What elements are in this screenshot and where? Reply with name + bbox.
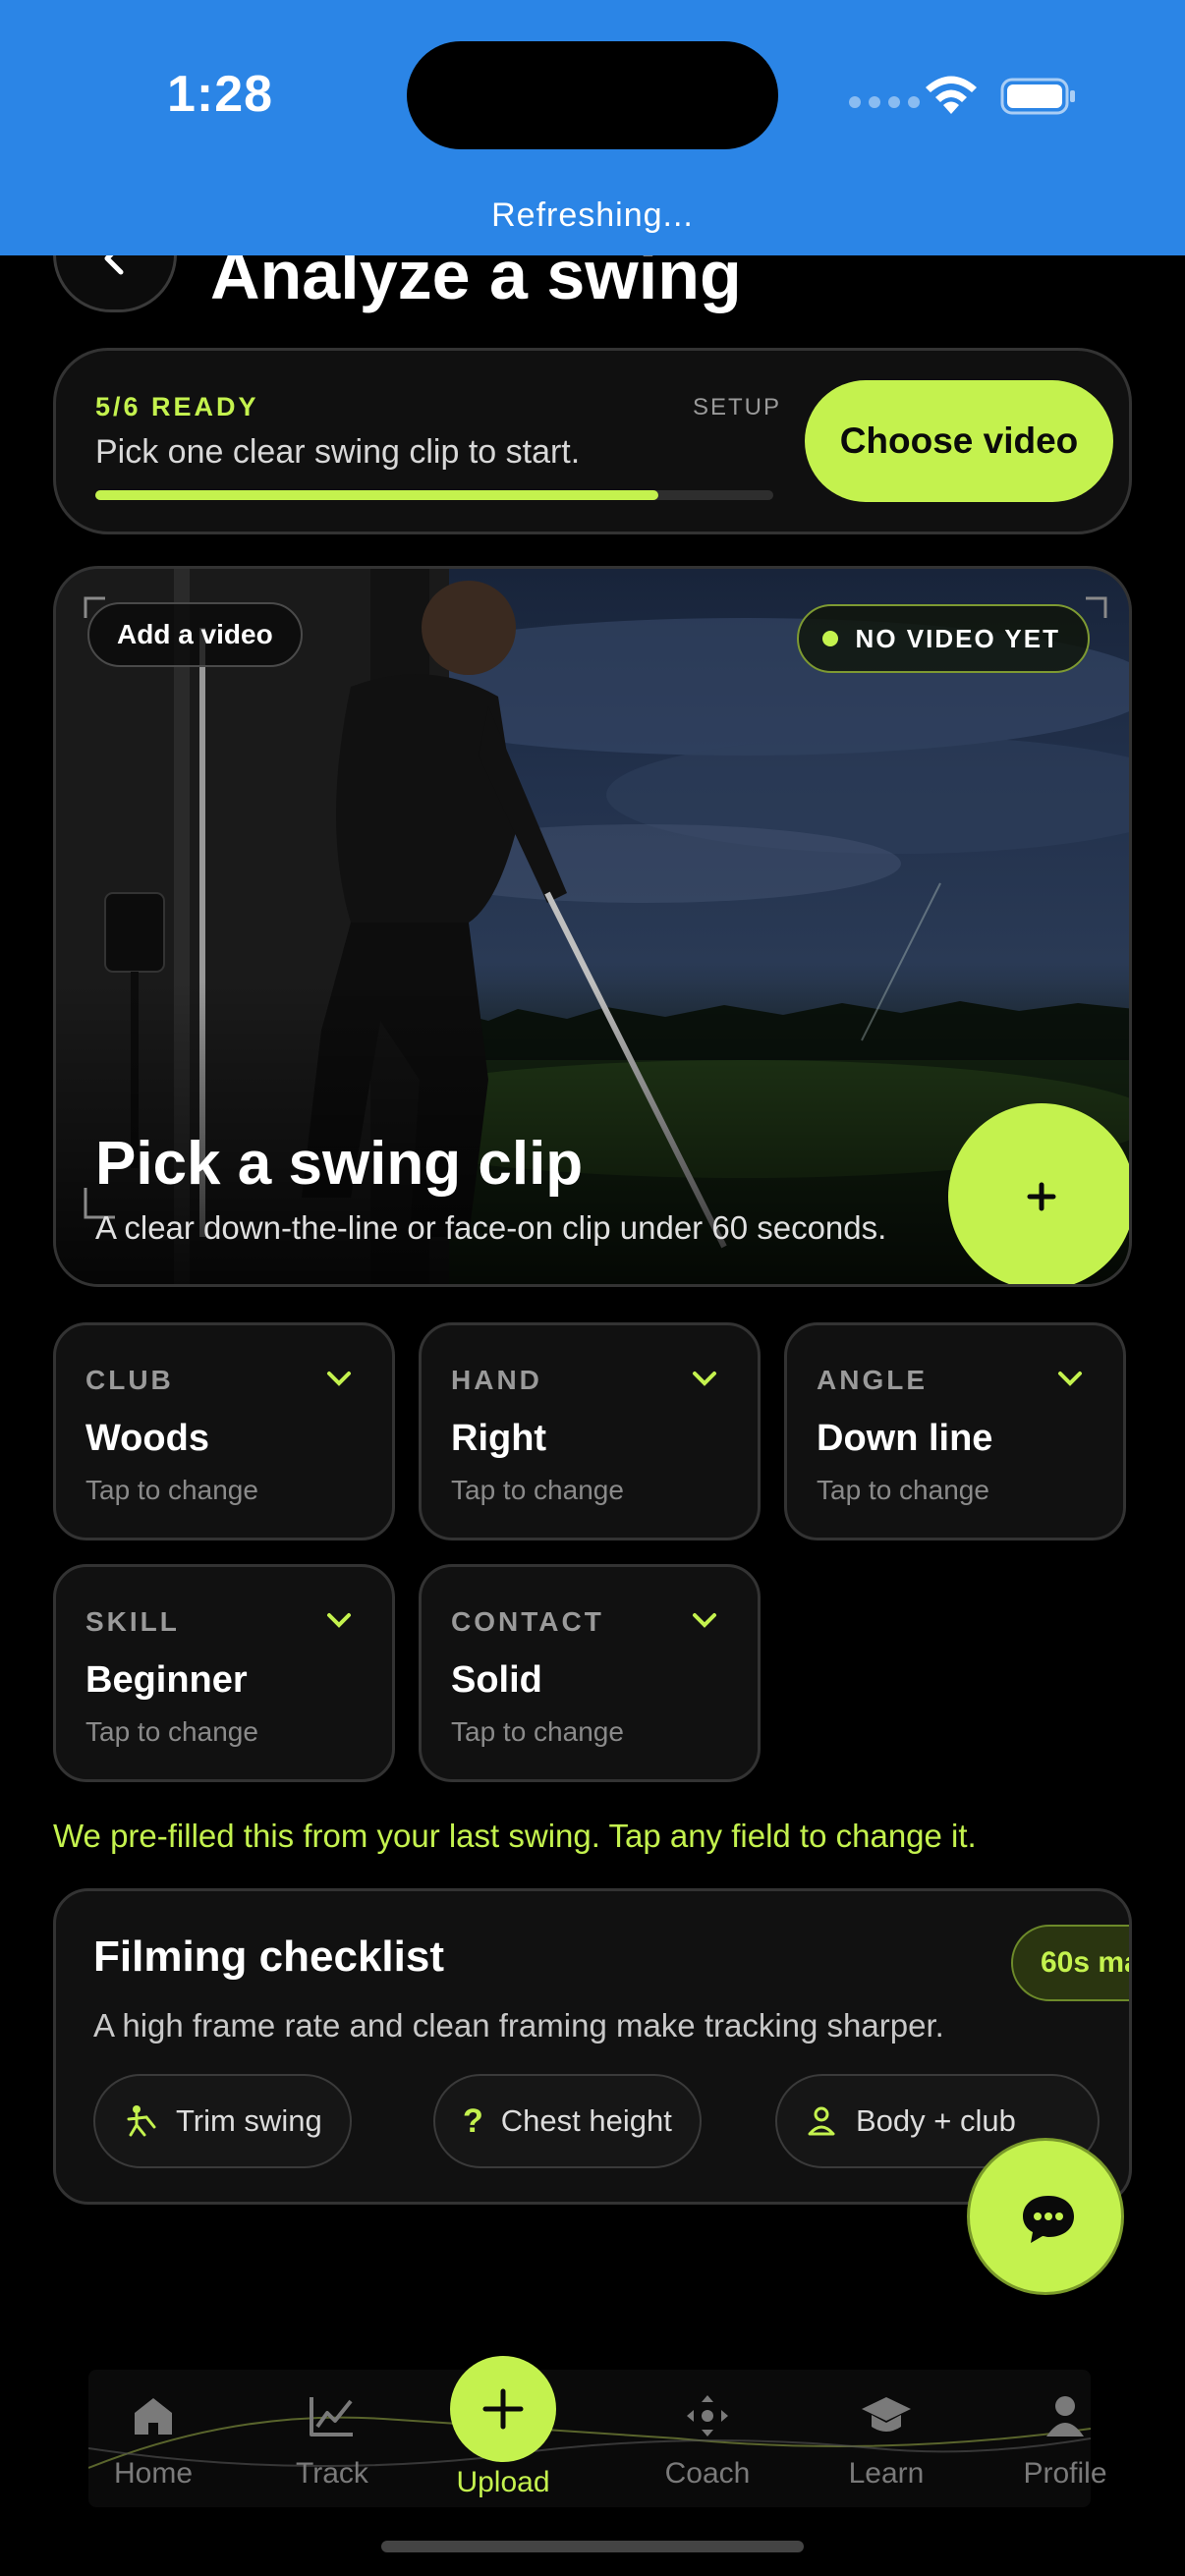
question-icon: ? bbox=[463, 2101, 483, 2140]
nav-label: Home bbox=[113, 2457, 194, 2490]
plus-icon bbox=[482, 2388, 524, 2430]
field-label: HAND bbox=[451, 1365, 542, 1395]
battery-icon bbox=[1000, 78, 1075, 115]
dynamic-island bbox=[407, 41, 778, 149]
field-contact[interactable]: CONTACT Solid Tap to change bbox=[419, 1564, 761, 1782]
field-label: ANGLE bbox=[817, 1365, 928, 1395]
field-hand[interactable]: HAND Right Tap to change bbox=[419, 1322, 761, 1540]
field-hint: Tap to change bbox=[817, 1475, 989, 1505]
move-icon bbox=[687, 2395, 728, 2436]
field-value: Woods bbox=[85, 1418, 209, 1459]
nav-upload-label: Upload bbox=[456, 2466, 550, 2498]
nav-learn[interactable]: Learn bbox=[808, 2393, 965, 2491]
field-value: Beginner bbox=[85, 1659, 248, 1701]
field-label: CLUB bbox=[85, 1365, 174, 1395]
field-value: Solid bbox=[451, 1659, 542, 1701]
person-icon bbox=[808, 2106, 835, 2136]
ready-count: 5/6 READY bbox=[95, 392, 259, 421]
chat-button[interactable] bbox=[967, 2138, 1124, 2295]
chip-label: Trim swing bbox=[176, 2103, 322, 2138]
nav-label: Profile bbox=[1023, 2457, 1107, 2490]
home-indicator bbox=[381, 2541, 804, 2552]
graduation-cap-icon bbox=[862, 2397, 911, 2432]
nav-coach[interactable]: Coach bbox=[629, 2393, 786, 2491]
add-clip-button[interactable] bbox=[948, 1103, 1129, 1284]
person-icon bbox=[1046, 2396, 1084, 2436]
setup-progress-card: 5/6 READY SETUP Pick one clear swing cli… bbox=[53, 348, 1132, 534]
refresh-indicator: Refreshing... bbox=[491, 196, 694, 234]
chevron-down-icon bbox=[693, 1613, 716, 1628]
chip-label: Body + club bbox=[856, 2103, 1016, 2138]
signal-icon bbox=[849, 96, 920, 108]
field-club[interactable]: CLUB Woods Tap to change bbox=[53, 1322, 395, 1540]
chevron-down-icon bbox=[327, 1613, 351, 1628]
setup-label: SETUP bbox=[693, 394, 782, 420]
status-time: 1:28 bbox=[167, 66, 274, 123]
field-label: SKILL bbox=[85, 1606, 180, 1637]
choose-video-button[interactable]: Choose video bbox=[805, 380, 1113, 502]
checklist-subtitle: A high frame rate and clean framing make… bbox=[93, 2007, 944, 2044]
chat-bubble-icon bbox=[1023, 2196, 1074, 2243]
chip-trim-swing[interactable]: Trim swing bbox=[93, 2074, 352, 2168]
nav-track[interactable]: Track bbox=[254, 2393, 411, 2491]
field-value: Down line bbox=[817, 1418, 993, 1459]
wifi-icon bbox=[926, 76, 977, 114]
hero-subtitle: A clear down-the-line or face-on clip un… bbox=[95, 1209, 887, 1246]
field-angle[interactable]: ANGLE Down line Tap to change bbox=[784, 1322, 1126, 1540]
chevron-down-icon bbox=[1058, 1372, 1082, 1386]
ready-subtitle: Pick one clear swing clip to start. bbox=[95, 433, 581, 471]
field-skill[interactable]: SKILL Beginner Tap to change bbox=[53, 1564, 395, 1782]
chip-chest-height[interactable]: ? Chest height bbox=[433, 2074, 702, 2168]
home-icon bbox=[135, 2398, 172, 2435]
video-status-text: NO VIDEO YET bbox=[855, 623, 1060, 653]
field-label: CONTACT bbox=[451, 1606, 604, 1637]
field-hint: Tap to change bbox=[451, 1475, 624, 1505]
nav-label: Coach bbox=[664, 2457, 751, 2490]
hero-title: Pick a swing clip bbox=[95, 1130, 584, 1198]
filming-checklist-card: Filming checklist 60s max A high frame r… bbox=[53, 1888, 1132, 2205]
duration-badge: 60s max bbox=[1011, 1925, 1129, 2001]
field-hint: Tap to change bbox=[85, 1716, 258, 1747]
video-picker-hero[interactable]: Add a video NO VIDEO YET Pick a swing cl… bbox=[53, 566, 1132, 1287]
chart-icon bbox=[310, 2397, 353, 2436]
nav-upload[interactable] bbox=[450, 2356, 556, 2462]
chevron-down-icon bbox=[693, 1372, 716, 1386]
nav-profile[interactable]: Profile bbox=[987, 2393, 1144, 2491]
add-video-pill[interactable]: Add a video bbox=[87, 602, 303, 667]
field-hint: Tap to change bbox=[451, 1716, 624, 1747]
bottom-nav: Home Track Coach Learn Profile bbox=[88, 2370, 1107, 2507]
plus-icon bbox=[1027, 1182, 1056, 1211]
field-value: Right bbox=[451, 1418, 547, 1459]
video-status-badge: NO VIDEO YET bbox=[796, 604, 1090, 673]
status-bar: 1:28 Refreshing... bbox=[0, 0, 1185, 255]
checklist-title: Filming checklist bbox=[93, 1932, 444, 1981]
nav-label: Learn bbox=[848, 2457, 925, 2490]
golfer-icon bbox=[127, 2105, 156, 2137]
setup-progress-bar bbox=[95, 490, 773, 500]
status-dot-icon bbox=[821, 631, 838, 646]
nav-home[interactable]: Home bbox=[75, 2393, 232, 2491]
setup-progress-fill bbox=[95, 490, 658, 500]
chip-label: Chest height bbox=[500, 2103, 672, 2138]
nav-label: Track bbox=[296, 2457, 368, 2490]
chevron-down-icon bbox=[327, 1372, 351, 1386]
prefill-note: We pre-filled this from your last swing.… bbox=[53, 1818, 977, 1854]
field-hint: Tap to change bbox=[85, 1475, 258, 1505]
